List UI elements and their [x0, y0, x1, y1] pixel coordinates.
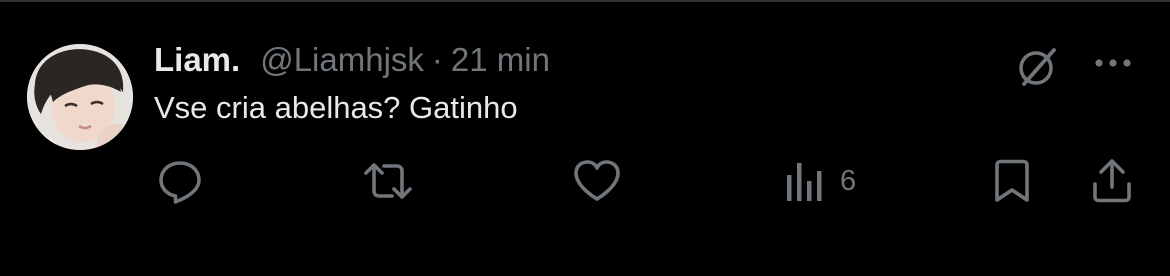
reply-bubble-icon	[159, 161, 201, 204]
bookmark-icon	[995, 159, 1029, 202]
views-count: 6	[840, 164, 857, 197]
tweet-text: Vse cria abelhas? Gatinho	[154, 90, 518, 125]
share-upload-icon	[1093, 159, 1131, 203]
separator-dot: ·	[431, 41, 443, 78]
display-name[interactable]: Liam.	[154, 41, 240, 79]
avatar[interactable]	[27, 44, 133, 150]
more-options-button[interactable]	[1090, 46, 1136, 80]
grok-slash-circle-icon	[1019, 48, 1056, 86]
user-handle[interactable]: @Liamhjsk	[260, 41, 424, 79]
views-bar-chart-icon	[787, 163, 822, 201]
share-button[interactable]	[1090, 156, 1134, 206]
like-button[interactable]	[572, 156, 622, 206]
tweet-header: Liam. @Liamhjsk · 21 min	[154, 40, 550, 80]
tweet[interactable]: Liam. @Liamhjsk · 21 min Vse cria abelha…	[0, 2, 1170, 276]
heart-icon	[574, 160, 620, 201]
retweet-button[interactable]	[362, 156, 414, 206]
retweet-arrows-icon	[364, 163, 412, 199]
grok-button[interactable]	[1014, 44, 1060, 90]
views-button[interactable]: 6	[784, 156, 856, 206]
bookmark-button[interactable]	[990, 156, 1034, 206]
reply-button[interactable]	[156, 156, 204, 206]
timestamp[interactable]: 21 min	[451, 41, 550, 79]
more-dots-icon	[1095, 59, 1131, 67]
